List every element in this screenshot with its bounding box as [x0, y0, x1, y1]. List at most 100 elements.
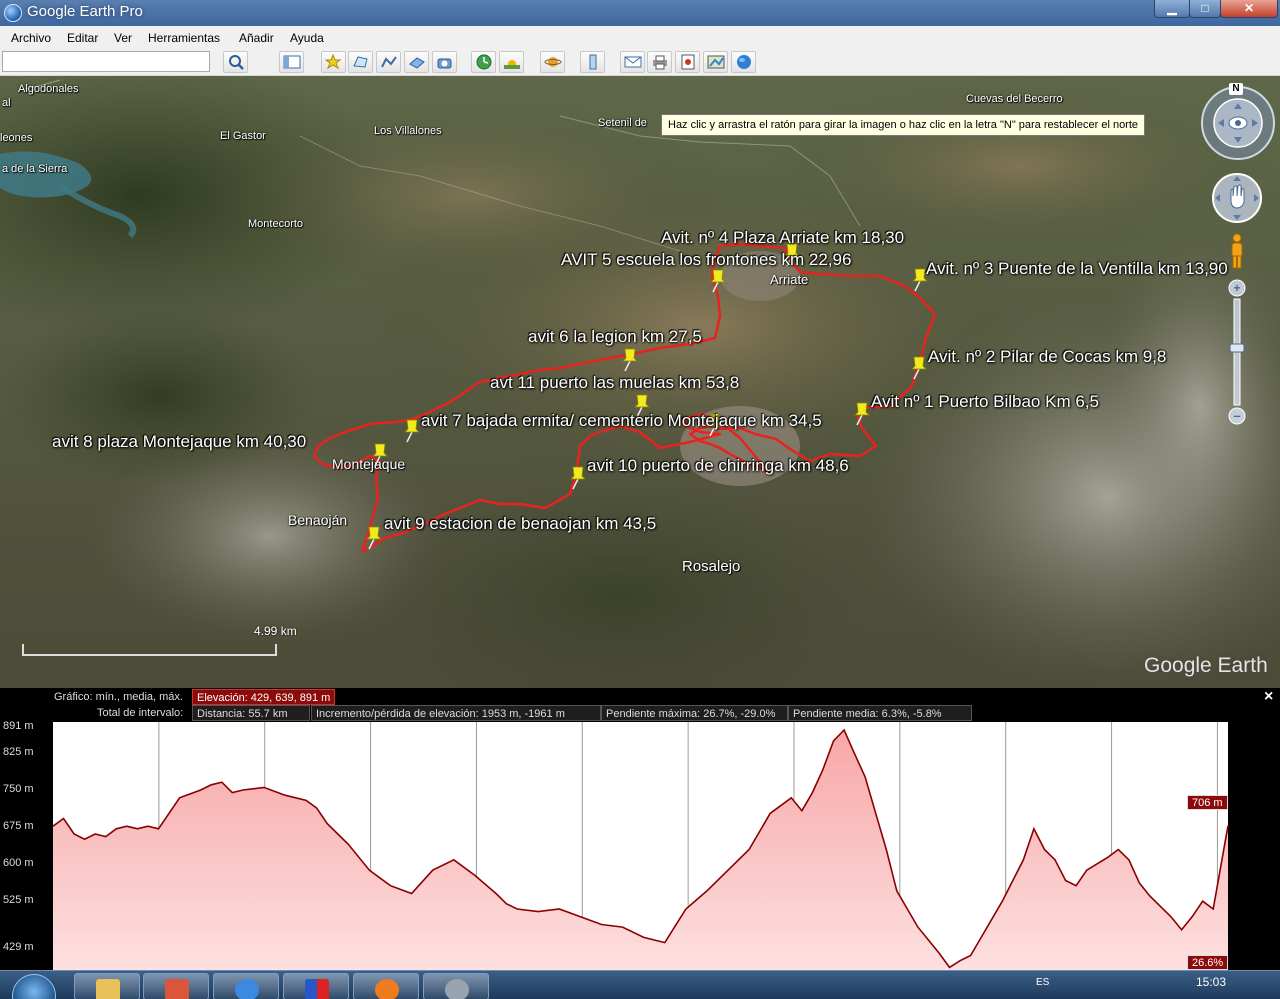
- pushpin-icon[interactable]: [570, 466, 586, 490]
- current-elevation-badge: 706 m: [1187, 795, 1228, 810]
- y-tick-label: 525 m: [3, 894, 34, 906]
- search-input[interactable]: [2, 51, 210, 72]
- title-bar: Google Earth Pro ▁ □ ✕: [0, 0, 1280, 26]
- map-icon: [707, 55, 725, 69]
- clock-icon: [476, 54, 492, 70]
- y-tick-label: 429 m: [3, 941, 34, 953]
- y-tick-label: 825 m: [3, 746, 34, 758]
- taskbar-google-earth[interactable]: [423, 973, 489, 999]
- y-tick-label: 750 m: [3, 783, 34, 795]
- menu-anadir[interactable]: Añadir: [239, 31, 274, 45]
- menu-ayuda[interactable]: Ayuda: [290, 31, 324, 45]
- pushpin-icon[interactable]: [911, 356, 927, 380]
- minimize-button[interactable]: ▁: [1154, 0, 1190, 18]
- sidebar-icon: [283, 55, 301, 69]
- move-control[interactable]: [1211, 172, 1263, 224]
- historical-imagery-button[interactable]: [471, 51, 496, 73]
- printer-icon: [653, 55, 667, 70]
- placemark-label-avit-1[interactable]: Avit nº 1 Puerto Bilbao Km 6,5: [871, 392, 1099, 412]
- pushpin-icon[interactable]: [854, 402, 870, 426]
- ruler-icon: [589, 54, 597, 70]
- envelope-icon: [624, 56, 642, 68]
- app-icon: [305, 979, 329, 999]
- pushpin-icon[interactable]: [404, 419, 420, 443]
- pushpin-icon[interactable]: [622, 348, 638, 372]
- add-placemark-button[interactable]: [321, 51, 346, 73]
- placemark-add-icon: [325, 54, 342, 70]
- pushpin-icon[interactable]: [912, 268, 928, 292]
- print-button[interactable]: [647, 51, 672, 73]
- placemark-label-avit-6[interactable]: avit 6 la legion km 27,5: [528, 327, 702, 347]
- placemark-label-avit-4[interactable]: Avit. nº 4 Plaza Arriate km 18,30: [661, 228, 904, 248]
- street-view-pegman-icon[interactable]: [1227, 233, 1247, 269]
- map-view[interactable]: Algodonales al leones El Gastor Los Vill…: [0, 76, 1280, 688]
- add-image-overlay-button[interactable]: [404, 51, 429, 73]
- add-polygon-button[interactable]: [348, 51, 373, 73]
- firefox-icon: [375, 979, 399, 999]
- pushpin-icon[interactable]: [710, 269, 726, 293]
- polygon-icon: [353, 56, 368, 68]
- language-indicator[interactable]: ES: [1036, 977, 1049, 988]
- sun-icon: [504, 60, 520, 69]
- y-tick-label: 600 m: [3, 857, 34, 869]
- taskbar-internet-explorer[interactable]: [213, 973, 279, 999]
- menu-bar: Archivo Editar Ver Herramientas Añadir A…: [0, 26, 1280, 48]
- sunlight-button[interactable]: [499, 51, 524, 73]
- placemark-label-avit-3[interactable]: Avit. nº 3 Puente de la Ventilla km 13,9…: [926, 259, 1228, 279]
- menu-archivo[interactable]: Archivo: [11, 31, 51, 45]
- placemark-label-avit-7[interactable]: avit 7 bajada ermita/ cementerio Monteja…: [421, 411, 822, 431]
- google-earth-icon: [4, 4, 22, 22]
- placemark-label-avit-2[interactable]: Avit. nº 2 Pilar de Cocas km 9,8: [928, 347, 1166, 367]
- menu-editar[interactable]: Editar: [67, 31, 98, 45]
- placemark-label-avit-5[interactable]: AVIT 5 escuela los frontones km 22,96: [561, 250, 851, 270]
- svg-text:+: +: [1233, 281, 1240, 295]
- save-image-button[interactable]: [675, 51, 700, 73]
- planets-button[interactable]: [540, 51, 565, 73]
- taskbar-media-player[interactable]: [143, 973, 209, 999]
- maximize-icon: □: [1201, 1, 1209, 15]
- north-reset-button[interactable]: N: [1229, 83, 1243, 95]
- internet-explorer-icon: [235, 979, 259, 999]
- minimize-icon: ▁: [1167, 1, 1177, 15]
- maximize-button[interactable]: □: [1189, 0, 1221, 18]
- y-tick-label: 891 m: [3, 720, 34, 732]
- placemark-label-avit-9[interactable]: avit 9 estacion de benaojan km 43,5: [384, 514, 656, 534]
- look-compass-control[interactable]: [1200, 85, 1276, 161]
- pushpin-icon[interactable]: [372, 443, 388, 467]
- placemark-label-avit-8[interactable]: avit 8 plaza Montejaque km 40,30: [52, 432, 306, 452]
- ruler-button[interactable]: [580, 51, 605, 73]
- elevation-profile-panel: Gráfico: mín., media, máx. Elevación: 42…: [0, 688, 1280, 970]
- taskbar-firefox[interactable]: [353, 973, 419, 999]
- magnifier-icon: [229, 55, 244, 70]
- menu-herramientas[interactable]: Herramientas: [148, 31, 220, 45]
- zoom-slider[interactable]: + –: [1226, 279, 1248, 425]
- start-button[interactable]: [12, 974, 56, 999]
- menu-ver[interactable]: Ver: [114, 31, 132, 45]
- compass-tooltip: Haz clic y arrastra el ratón para girar …: [661, 114, 1146, 136]
- taskbar-app[interactable]: [283, 973, 349, 999]
- email-button[interactable]: [620, 51, 645, 73]
- close-icon: ✕: [1243, 1, 1255, 15]
- scale-legend-label: 4.99 km: [254, 624, 297, 638]
- placemark-label-avit-11[interactable]: avt 11 puerto las muelas km 53,8: [490, 373, 739, 393]
- y-tick-label: 675 m: [3, 820, 34, 832]
- sidebar-toggle-button[interactable]: [279, 51, 304, 73]
- placemark-label-avit-10[interactable]: avit 10 puerto de chirringa km 48,6: [587, 456, 849, 476]
- taskbar-explorer[interactable]: [74, 973, 140, 999]
- folder-icon: [96, 979, 120, 999]
- pushpin-icon[interactable]: [366, 526, 382, 550]
- current-slope-badge: 26.6%: [1187, 955, 1229, 970]
- path-icon: [381, 56, 397, 68]
- record-tour-button[interactable]: [432, 51, 457, 73]
- add-path-button[interactable]: [376, 51, 401, 73]
- image-overlay-icon: [409, 57, 425, 69]
- close-window-button[interactable]: ✕: [1220, 0, 1278, 18]
- svg-text:–: –: [1233, 408, 1240, 423]
- earth-gallery-button[interactable]: [731, 51, 756, 73]
- view-in-maps-button[interactable]: [703, 51, 728, 73]
- camera-icon: [437, 58, 452, 69]
- media-player-icon: [165, 979, 189, 999]
- elevation-chart[interactable]: [0, 688, 1280, 970]
- planet-icon: [544, 57, 562, 67]
- search-button[interactable]: [223, 51, 248, 73]
